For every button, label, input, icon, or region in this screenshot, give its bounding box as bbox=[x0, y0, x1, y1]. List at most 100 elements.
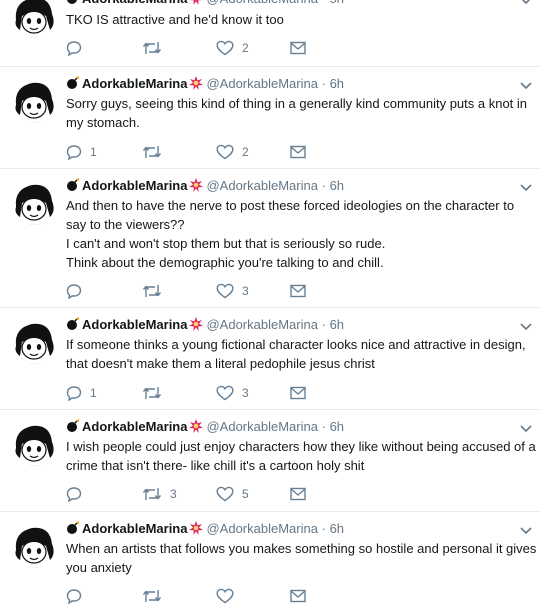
retweet-icon bbox=[142, 40, 162, 56]
handle[interactable]: @AdorkableMarina bbox=[206, 76, 317, 91]
tweet-line: When an artists that follows you makes s… bbox=[66, 539, 536, 558]
message-button[interactable] bbox=[290, 383, 306, 403]
chevron-down-icon[interactable] bbox=[520, 425, 532, 433]
message-button[interactable] bbox=[290, 586, 306, 606]
tweet[interactable]: AdorkableMarina@AdorkableMarina · 6h Sor… bbox=[0, 67, 540, 169]
reply-button[interactable] bbox=[66, 38, 90, 58]
display-name[interactable]: AdorkableMarina bbox=[82, 419, 187, 434]
like-button[interactable] bbox=[216, 586, 234, 606]
envelope-icon bbox=[290, 386, 306, 400]
envelope-icon bbox=[290, 284, 306, 298]
heart-icon bbox=[216, 144, 234, 160]
burst-icon bbox=[189, 521, 203, 535]
avatar[interactable] bbox=[12, 181, 56, 225]
display-name[interactable]: AdorkableMarina bbox=[82, 0, 187, 6]
timestamp[interactable]: 6h bbox=[330, 317, 344, 332]
retweet-button[interactable] bbox=[142, 383, 170, 403]
like-button[interactable]: 2 bbox=[216, 38, 249, 58]
like-count: 5 bbox=[242, 487, 249, 501]
retweet-button[interactable] bbox=[142, 38, 170, 58]
retweet-button[interactable] bbox=[142, 586, 162, 606]
handle[interactable]: @AdorkableMarina bbox=[206, 521, 317, 536]
reply-icon bbox=[66, 588, 82, 604]
timestamp[interactable]: 6h bbox=[330, 521, 344, 536]
tweet-line: you anxiety bbox=[66, 558, 536, 577]
reply-icon bbox=[66, 283, 82, 299]
cartoon-girl-avatar-icon bbox=[12, 422, 56, 466]
retweet-button[interactable] bbox=[142, 142, 170, 162]
timestamp[interactable]: 6h bbox=[330, 76, 344, 91]
envelope-icon bbox=[290, 487, 306, 501]
heart-icon bbox=[216, 486, 234, 502]
tweet-line: TKO IS attractive and he'd know it too bbox=[66, 10, 536, 29]
tweet-text: I wish people could just enjoy character… bbox=[66, 437, 536, 475]
retweet-count: 3 bbox=[170, 487, 177, 501]
display-name[interactable]: AdorkableMarina bbox=[82, 178, 187, 193]
separator: · bbox=[322, 317, 326, 332]
retweet-icon bbox=[142, 283, 162, 299]
handle[interactable]: @AdorkableMarina bbox=[206, 0, 317, 6]
like-button[interactable]: 3 bbox=[216, 383, 249, 403]
tweet-actions: 2 bbox=[66, 38, 526, 58]
chevron-down-icon[interactable] bbox=[520, 82, 532, 90]
handle[interactable]: @AdorkableMarina bbox=[206, 178, 317, 193]
like-button[interactable]: 5 bbox=[216, 484, 249, 504]
reply-button[interactable]: 1 bbox=[66, 142, 97, 162]
tweet-text: When an artists that follows you makes s… bbox=[66, 539, 536, 577]
avatar[interactable] bbox=[12, 79, 56, 123]
message-button[interactable] bbox=[290, 484, 306, 504]
bomb-icon bbox=[66, 419, 80, 433]
envelope-icon bbox=[290, 145, 306, 159]
display-name[interactable]: AdorkableMarina bbox=[82, 76, 187, 91]
handle[interactable]: @AdorkableMarina bbox=[206, 317, 317, 332]
avatar[interactable] bbox=[12, 524, 56, 568]
tweet[interactable]: AdorkableMarina@AdorkableMarina · 6h I w… bbox=[0, 410, 540, 512]
tweet-line: And then to have the nerve to post these… bbox=[66, 196, 536, 215]
tweet-line: crime that isn't there- like chill it's … bbox=[66, 456, 536, 475]
reply-button[interactable] bbox=[66, 281, 90, 301]
tweet-line: my stomach. bbox=[66, 113, 536, 132]
message-button[interactable] bbox=[290, 142, 306, 162]
chevron-down-icon[interactable] bbox=[520, 0, 532, 5]
message-button[interactable] bbox=[290, 38, 306, 58]
heart-icon bbox=[216, 283, 234, 299]
timestamp[interactable]: 6h bbox=[330, 419, 344, 434]
avatar[interactable] bbox=[12, 320, 56, 364]
tweet[interactable]: AdorkableMarina @AdorkableMarina · 6h If … bbox=[0, 308, 540, 410]
tweet-line: If someone thinks a young fictional char… bbox=[66, 335, 536, 354]
tweet-header: AdorkableMarina@AdorkableMarina · 6h bbox=[66, 178, 344, 194]
reply-button[interactable] bbox=[66, 484, 90, 504]
retweet-button[interactable]: 3 bbox=[142, 484, 177, 504]
message-button[interactable] bbox=[290, 281, 306, 301]
tweet[interactable]: AdorkableMarina@AdorkableMarina · 6h And… bbox=[0, 169, 540, 308]
reply-icon bbox=[66, 385, 82, 401]
like-button[interactable]: 3 bbox=[216, 281, 249, 301]
chevron-down-icon[interactable] bbox=[520, 184, 532, 192]
reply-button[interactable] bbox=[66, 586, 82, 606]
chevron-down-icon[interactable] bbox=[520, 323, 532, 331]
retweet-icon bbox=[142, 144, 162, 160]
tweet-actions: 1 2 bbox=[66, 142, 526, 162]
tweet-text: And then to have the nerve to post these… bbox=[66, 196, 536, 272]
timestamp[interactable]: 5h bbox=[330, 0, 344, 6]
timestamp[interactable]: 6h bbox=[330, 178, 344, 193]
retweet-button[interactable] bbox=[142, 281, 170, 301]
tweet-text: If someone thinks a young fictional char… bbox=[66, 335, 536, 373]
bomb-icon bbox=[66, 178, 80, 192]
cartoon-girl-avatar-icon bbox=[12, 181, 56, 225]
avatar[interactable] bbox=[12, 0, 56, 38]
tweet-header: AdorkableMarina@AdorkableMarina · 6h bbox=[66, 76, 344, 92]
handle[interactable]: @AdorkableMarina bbox=[206, 419, 317, 434]
reply-button[interactable]: 1 bbox=[66, 383, 97, 403]
tweet[interactable]: AdorkableMarina@AdorkableMarina · 5h TKO… bbox=[0, 0, 540, 67]
heart-icon bbox=[216, 40, 234, 56]
tweet-header: AdorkableMarina@AdorkableMarina · 6h bbox=[66, 419, 344, 435]
tweet-actions: 1 3 bbox=[66, 383, 526, 403]
retweet-icon bbox=[142, 588, 162, 604]
chevron-down-icon[interactable] bbox=[520, 527, 532, 535]
tweet[interactable]: AdorkableMarina@AdorkableMarina · 6h Whe… bbox=[0, 512, 540, 592]
display-name[interactable]: AdorkableMarina bbox=[82, 521, 187, 536]
display-name[interactable]: AdorkableMarina bbox=[82, 317, 187, 332]
avatar[interactable] bbox=[12, 422, 56, 466]
like-button[interactable]: 2 bbox=[216, 142, 249, 162]
